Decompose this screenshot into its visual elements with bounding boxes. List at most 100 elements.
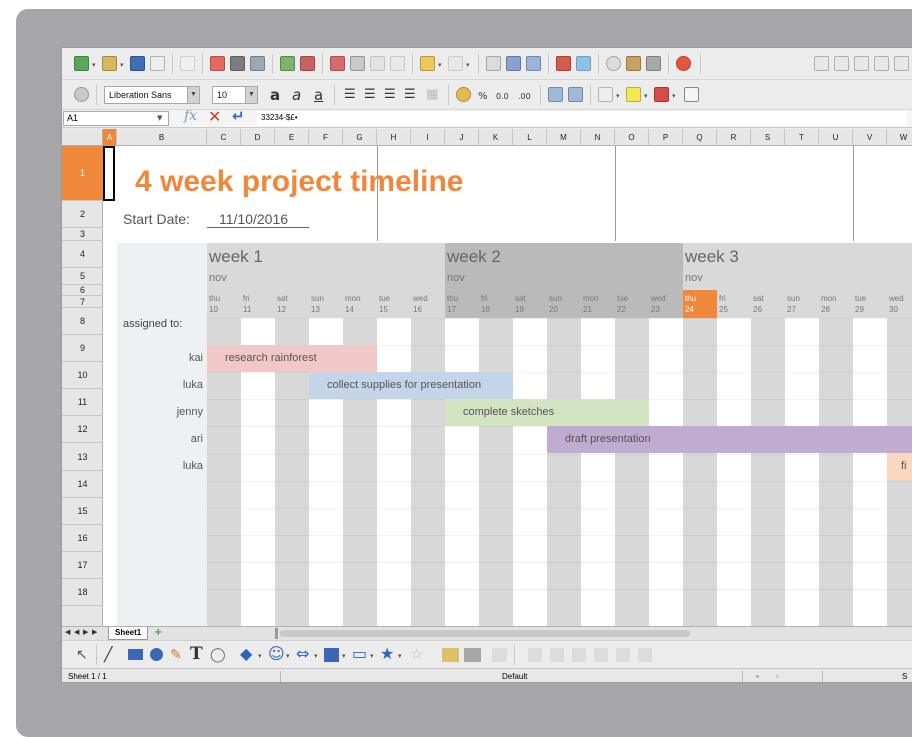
gallery-icon[interactable]	[626, 56, 641, 71]
prev-sheet-icon[interactable]: ◀	[74, 628, 79, 636]
italic-icon[interactable]: a	[292, 86, 301, 104]
clone-formatting-icon[interactable]	[390, 56, 405, 71]
chevron-down-icon[interactable]: ▼	[245, 87, 257, 103]
last-sheet-icon[interactable]: ▶	[92, 628, 97, 636]
align-icon[interactable]	[616, 648, 630, 662]
email-icon[interactable]	[150, 56, 165, 71]
formula-input[interactable]: 33234-$£•	[257, 111, 907, 126]
undo-icon[interactable]	[420, 56, 435, 71]
decrease-indent-icon[interactable]	[548, 87, 563, 102]
select-icon[interactable]: ↖	[76, 646, 88, 664]
font-size-combo[interactable]: 10 ▼	[212, 86, 258, 104]
row-header[interactable]: 11	[62, 389, 103, 417]
column-header[interactable]: N	[581, 129, 615, 146]
chevron-down-icon[interactable]: ▼	[157, 114, 162, 122]
text-icon[interactable]: T	[190, 645, 203, 663]
decimal-icon[interactable]: .00	[518, 88, 531, 106]
new-dropdown-icon[interactable]: ▾	[92, 61, 96, 69]
column-header[interactable]: U	[819, 129, 853, 146]
open-icon[interactable]	[102, 56, 117, 71]
row-header[interactable]: 16	[62, 525, 103, 552]
redo-icon[interactable]	[448, 56, 463, 71]
points-icon[interactable]: ☆	[410, 645, 423, 663]
autospellcheck-icon[interactable]	[300, 56, 315, 71]
flowchart-dropdown-icon[interactable]: ▾	[342, 652, 346, 660]
column-header[interactable]: P	[649, 129, 683, 146]
task-bar[interactable]: collect supplies for presentation	[309, 372, 513, 400]
row-header[interactable]: 15	[62, 498, 103, 525]
row-header[interactable]: 14	[62, 471, 103, 498]
percent-icon[interactable]: %	[478, 88, 488, 106]
show-draw-functions-icon[interactable]	[576, 56, 591, 71]
fontwork-icon[interactable]	[442, 648, 459, 662]
underline-icon[interactable]: a	[314, 86, 323, 104]
number-format-icon[interactable]: 0.0	[496, 88, 509, 106]
column-header[interactable]: D	[241, 129, 275, 146]
rectangle-icon[interactable]	[128, 649, 143, 660]
cut-icon[interactable]	[330, 56, 345, 71]
star-icon[interactable]: ★	[380, 645, 394, 663]
sort-descending-icon[interactable]	[526, 56, 541, 71]
navigator-icon[interactable]	[606, 56, 621, 71]
chevron-down-icon[interactable]: ▼	[187, 87, 199, 103]
font-color-dropdown-icon[interactable]: ▾	[672, 92, 676, 100]
row-header[interactable]: 5	[62, 268, 103, 285]
column-header[interactable]: T	[785, 129, 819, 146]
column-header[interactable]: R	[717, 129, 751, 146]
callout-dropdown-icon[interactable]: ▾	[370, 652, 374, 660]
borders-dropdown-icon[interactable]: ▾	[616, 92, 620, 100]
data-sources-icon[interactable]	[646, 56, 661, 71]
toolbar-icon[interactable]	[814, 56, 829, 71]
cancel-icon[interactable]: ✕	[208, 110, 221, 126]
hyperlink-icon[interactable]	[486, 56, 501, 71]
cell-area[interactable]: 4 week project timeline Start Date: 11/1…	[103, 146, 912, 626]
align-icon[interactable]	[594, 648, 608, 662]
callout-shapes-icon[interactable]: ▭	[352, 645, 367, 663]
increase-indent-icon[interactable]	[568, 87, 583, 102]
column-header[interactable]: Q	[683, 129, 717, 146]
row-header[interactable]: 8	[62, 308, 103, 336]
row-header[interactable]: 6	[62, 285, 103, 296]
row-header[interactable]: 12	[62, 416, 103, 444]
open-dropdown-icon[interactable]: ▾	[120, 61, 124, 69]
tab-sheet1[interactable]: Sheet1	[108, 627, 149, 640]
shapes-dropdown-icon[interactable]: ▾	[258, 652, 262, 660]
symbols-dropdown-icon[interactable]: ▾	[286, 652, 290, 660]
row-header[interactable]: 10	[62, 362, 103, 390]
line-icon[interactable]: ╱	[104, 646, 112, 664]
paste-icon[interactable]	[370, 56, 385, 71]
copy-icon[interactable]	[350, 56, 365, 71]
justify-icon[interactable]: ☰	[404, 86, 416, 104]
toggle-grid-icon[interactable]	[684, 87, 699, 102]
flowchart-icon[interactable]	[324, 648, 339, 662]
symbol-shapes-icon[interactable]: ☺	[268, 645, 285, 663]
toolbar-icon[interactable]	[834, 56, 849, 71]
align-center-icon[interactable]: ☰	[364, 86, 376, 104]
column-header[interactable]: V	[853, 129, 887, 146]
redo-dropdown-icon[interactable]: ▾	[466, 61, 470, 69]
align-icon[interactable]	[572, 648, 586, 662]
print-preview-icon[interactable]	[250, 56, 265, 71]
row-header[interactable]: 18	[62, 579, 103, 607]
column-header[interactable]: K	[479, 129, 513, 146]
freeform-line-icon[interactable]: ✎	[170, 646, 182, 664]
column-header[interactable]: C	[207, 129, 241, 146]
help-icon[interactable]	[676, 56, 691, 71]
undo-dropdown-icon[interactable]: ▾	[438, 61, 442, 69]
task-bar[interactable]: research rainforest	[207, 345, 377, 372]
merge-cells-icon[interactable]: ▦	[426, 86, 438, 104]
name-box[interactable]: A1	[63, 111, 169, 126]
column-header[interactable]: O	[615, 129, 649, 146]
function-wizard-icon[interactable]: fx	[184, 110, 197, 124]
row-header[interactable]: 1	[62, 146, 103, 201]
align-icon[interactable]	[638, 648, 652, 662]
row-header[interactable]: 9	[62, 335, 103, 363]
selection-mode-icon[interactable]: ▪	[756, 669, 759, 682]
spellcheck-icon[interactable]	[280, 56, 295, 71]
ellipse-icon[interactable]	[150, 648, 163, 661]
arrows-dropdown-icon[interactable]: ▾	[314, 652, 318, 660]
font-name-combo[interactable]: Liberation Sans ▼	[104, 86, 200, 104]
column-header[interactable]: E	[275, 129, 309, 146]
align-left-icon[interactable]: ☰	[344, 86, 356, 104]
align-icon[interactable]	[528, 648, 542, 662]
